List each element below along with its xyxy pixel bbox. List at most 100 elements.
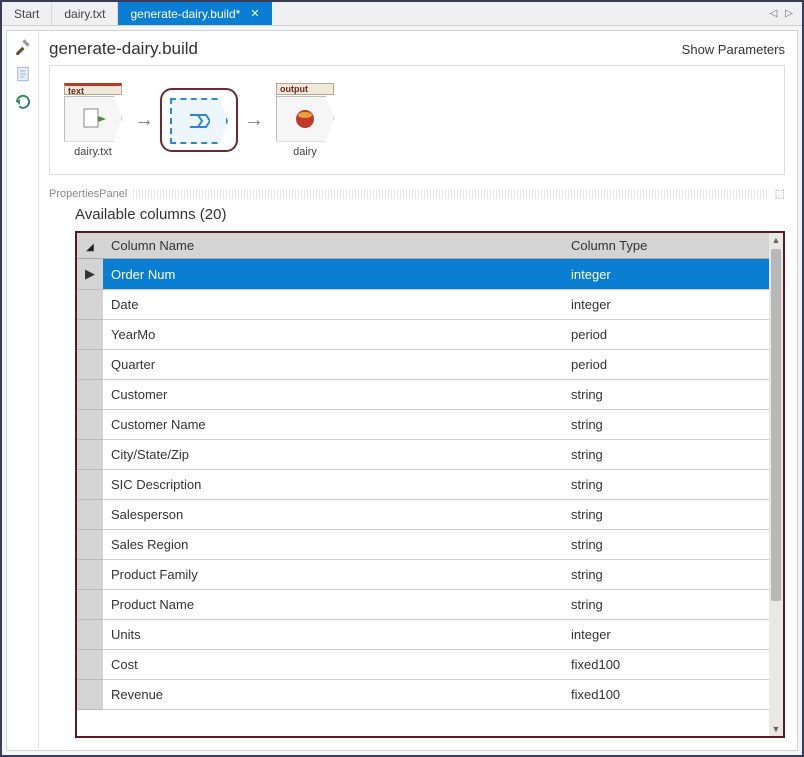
table-corner[interactable]: ◢ — [77, 233, 103, 259]
transform-icon — [188, 111, 210, 131]
cell-column-type: string — [563, 530, 769, 560]
build-hammer-icon[interactable] — [14, 37, 32, 55]
tab-prev-icon[interactable]: ◁ — [767, 8, 781, 19]
row-indicator[interactable] — [77, 560, 103, 590]
cell-column-name: Salesperson — [103, 500, 563, 530]
cell-column-name: Order Num — [103, 259, 563, 290]
pipeline-node-transform[interactable] — [166, 94, 232, 146]
row-indicator[interactable] — [77, 590, 103, 620]
row-indicator[interactable]: ▶ — [77, 259, 103, 290]
node-label: dairy — [293, 146, 317, 158]
row-indicator[interactable] — [77, 320, 103, 350]
pipeline-canvas[interactable]: text dairy.txt → → output dairy — [49, 65, 785, 175]
tab-start[interactable]: Start — [2, 2, 52, 25]
arrow-icon: → — [244, 109, 264, 132]
cell-column-type: string — [563, 500, 769, 530]
cell-column-type: string — [563, 410, 769, 440]
close-icon[interactable]: ✕ — [250, 7, 259, 20]
tab-label: dairy.txt — [64, 7, 105, 21]
refresh-icon[interactable] — [14, 93, 32, 111]
tab-navigation: ◁ ▷ — [767, 2, 802, 25]
available-columns-heading: Available columns (20) — [75, 206, 785, 223]
document-icon[interactable] — [14, 65, 32, 83]
cell-column-type: string — [563, 380, 769, 410]
cell-column-type: fixed100 — [563, 650, 769, 680]
node-header: text — [64, 83, 122, 95]
table-row[interactable]: Salespersonstring — [77, 500, 769, 530]
properties-panel-header: PropertiesPanel ⬚ — [49, 187, 785, 200]
cell-column-name: Customer — [103, 380, 563, 410]
cell-column-name: Product Family — [103, 560, 563, 590]
cell-column-type: integer — [563, 620, 769, 650]
tab-label: Start — [14, 7, 39, 21]
left-sidebar — [7, 31, 39, 750]
vertical-scrollbar[interactable]: ▲ ▼ — [769, 233, 783, 736]
cell-column-name: Product Name — [103, 590, 563, 620]
cell-column-type: string — [563, 440, 769, 470]
row-indicator[interactable] — [77, 620, 103, 650]
row-indicator[interactable] — [77, 530, 103, 560]
cell-column-type: string — [563, 590, 769, 620]
cell-column-name: Sales Region — [103, 530, 563, 560]
tab-strip: Start dairy.txt generate-dairy.build* ✕ … — [2, 2, 802, 26]
cell-column-type: fixed100 — [563, 680, 769, 710]
scroll-down-icon[interactable]: ▼ — [772, 722, 781, 736]
file-in-icon — [80, 106, 106, 132]
table-row[interactable]: Dateinteger — [77, 290, 769, 320]
panel-grip[interactable] — [133, 189, 768, 199]
cell-column-name: Quarter — [103, 350, 563, 380]
table-row[interactable]: Customer Namestring — [77, 410, 769, 440]
pipeline-node-output[interactable]: output dairy — [276, 83, 334, 158]
table-row[interactable]: Customerstring — [77, 380, 769, 410]
table-row[interactable]: City/State/Zipstring — [77, 440, 769, 470]
cell-column-name: Date — [103, 290, 563, 320]
show-parameters-link[interactable]: Show Parameters — [682, 42, 785, 57]
scroll-up-icon[interactable]: ▲ — [772, 233, 781, 247]
table-row[interactable]: Costfixed100 — [77, 650, 769, 680]
table-row[interactable]: Product Familystring — [77, 560, 769, 590]
pipeline-node-input[interactable]: text dairy.txt — [64, 83, 122, 158]
cell-column-name: City/State/Zip — [103, 440, 563, 470]
table-row[interactable]: Unitsinteger — [77, 620, 769, 650]
columns-table-container: ◢ Column Name Column Type ▶Order Numinte… — [75, 231, 785, 738]
page-title: generate-dairy.build — [49, 39, 672, 59]
cell-column-type: string — [563, 560, 769, 590]
row-indicator[interactable] — [77, 470, 103, 500]
tab-label: generate-dairy.build* — [130, 7, 240, 21]
table-row[interactable]: ▶Order Numinteger — [77, 259, 769, 290]
cell-column-type: period — [563, 350, 769, 380]
column-header-name[interactable]: Column Name — [103, 233, 563, 259]
table-row[interactable]: Quarterperiod — [77, 350, 769, 380]
tab-dairy-txt[interactable]: dairy.txt — [52, 2, 118, 25]
cell-column-name: YearMo — [103, 320, 563, 350]
properties-panel-label: PropertiesPanel — [49, 188, 127, 200]
table-row[interactable]: YearMoperiod — [77, 320, 769, 350]
table-row[interactable]: Product Namestring — [77, 590, 769, 620]
cell-column-name: SIC Description — [103, 470, 563, 500]
row-indicator[interactable] — [77, 380, 103, 410]
row-indicator[interactable] — [77, 350, 103, 380]
tab-next-icon[interactable]: ▷ — [782, 8, 796, 19]
row-indicator[interactable] — [77, 680, 103, 710]
row-indicator[interactable] — [77, 410, 103, 440]
cell-column-type: integer — [563, 259, 769, 290]
row-indicator[interactable] — [77, 650, 103, 680]
row-indicator[interactable] — [77, 440, 103, 470]
cell-column-type: string — [563, 470, 769, 500]
scrollbar-thumb[interactable] — [771, 249, 781, 601]
table-row[interactable]: SIC Descriptionstring — [77, 470, 769, 500]
table-row[interactable]: Revenuefixed100 — [77, 680, 769, 710]
node-label: dairy.txt — [74, 146, 112, 158]
cell-column-name: Revenue — [103, 680, 563, 710]
pin-icon[interactable]: ⬚ — [775, 187, 785, 200]
row-indicator[interactable] — [77, 290, 103, 320]
row-indicator[interactable] — [77, 500, 103, 530]
arrow-icon: → — [134, 109, 154, 132]
column-header-type[interactable]: Column Type — [563, 233, 769, 259]
table-row[interactable]: Sales Regionstring — [77, 530, 769, 560]
cell-column-type: integer — [563, 290, 769, 320]
cell-column-name: Units — [103, 620, 563, 650]
cell-column-name: Cost — [103, 650, 563, 680]
cell-column-name: Customer Name — [103, 410, 563, 440]
tab-generate-dairy-build[interactable]: generate-dairy.build* ✕ — [118, 2, 271, 25]
